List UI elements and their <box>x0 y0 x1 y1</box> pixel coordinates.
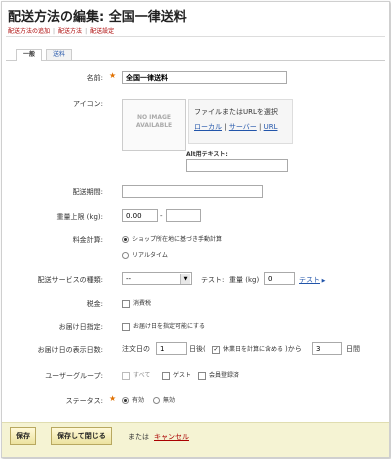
tax-label: 税金: <box>86 300 103 308</box>
no-image-thumbnail: NO IMAGE AVAILABLE <box>122 99 186 151</box>
delivery-date-label: お届け日指定: <box>58 323 103 331</box>
divider <box>6 36 385 37</box>
user-group-all[interactable]: すべて <box>122 370 150 380</box>
delivery-range-suffix: 日間 <box>346 345 360 353</box>
add-shipping-link[interactable]: 配送方法の追加 <box>8 28 50 35</box>
no-image-text: NO IMAGE AVAILABLE <box>135 114 173 129</box>
required-marker: ★ <box>109 71 117 80</box>
calc-manual-option[interactable]: ショップ所在地に基づき手動計算 <box>122 234 222 243</box>
delivery-range-prefix: 注文日の <box>122 345 150 353</box>
tax-checkbox-label: 消費税 <box>133 300 152 307</box>
checkbox[interactable] <box>122 322 130 331</box>
delivery-to-input[interactable]: 3 <box>312 342 342 355</box>
user-group-member[interactable]: 会員登録済 <box>198 370 239 380</box>
separator: | <box>224 123 227 131</box>
holiday-option[interactable]: ✓ 休業日を計算に含める <box>212 344 283 354</box>
delivery-range-after: 日後( <box>189 345 206 353</box>
test-label: テスト: <box>201 276 225 284</box>
status-enabled-label: 有効 <box>132 397 145 404</box>
cancel-link[interactable]: キャンセル <box>154 432 189 442</box>
calc-realtime-option[interactable]: リアルタイム <box>122 250 168 259</box>
user-group-member-label: 会員登録済 <box>209 372 240 379</box>
page-title: 配送方法の編集: 全国一律送料 <box>8 10 187 25</box>
edit-shipping-window: 配送方法の編集: 全国一律送料 配送方法の追加 | 配送方法 | 配送設定 一般 送料 … <box>1 1 390 458</box>
weight-limit-label: 重量上限 (kg): <box>56 213 103 221</box>
status-disabled[interactable]: 無効 <box>153 395 175 404</box>
save-close-button[interactable]: 保存して閉じる <box>51 427 112 445</box>
separator: | <box>259 123 262 131</box>
checkbox[interactable] <box>122 299 130 308</box>
separator: | <box>53 28 56 35</box>
chevron-down-icon[interactable]: ▼ <box>180 274 190 284</box>
test-link-wrap: テスト ▶ <box>299 275 325 285</box>
delivery-range-label: お届け日の表示日数: <box>37 346 103 354</box>
weight-dash: - <box>160 212 163 220</box>
calc-realtime-label: リアルタイム <box>132 252 168 259</box>
name-input[interactable]: 全国一律送料 <box>122 71 287 84</box>
user-group-guest-label: ゲスト <box>173 372 192 379</box>
calc-label: 料金計算: <box>72 236 103 244</box>
file-select-title: ファイルまたはURLを選択 <box>194 108 278 116</box>
required-marker: ★ <box>109 394 117 403</box>
radio-unselected[interactable] <box>122 252 129 259</box>
period-input[interactable] <box>122 185 263 198</box>
checkbox[interactable] <box>122 371 130 380</box>
server-link[interactable]: サーバー <box>229 123 257 131</box>
status-label: ステータス: <box>65 397 103 405</box>
separator: | <box>85 28 88 35</box>
delivery-from-input[interactable]: 1 <box>156 342 187 355</box>
file-select-box: ファイルまたはURLを選択 ローカル | サーバー | URL <box>188 99 293 144</box>
user-group-label: ユーザーグループ: <box>45 372 103 380</box>
alt-text-input[interactable] <box>186 159 288 172</box>
test-weight-label: 重量 (kg) <box>229 276 260 284</box>
holiday-checkbox-label: 休業日を計算に含める <box>223 346 284 353</box>
shipping-methods-link[interactable]: 配送方法 <box>58 28 82 35</box>
test-link[interactable]: テスト <box>299 276 320 284</box>
period-label: 配送期間: <box>72 188 103 196</box>
weight-from-input[interactable]: 0.00 <box>122 209 158 222</box>
arrow-icon: ▶ <box>320 278 326 284</box>
checkbox[interactable] <box>162 371 170 380</box>
shipping-settings-link[interactable]: 配送設定 <box>90 28 114 35</box>
tax-option[interactable]: 消費税 <box>122 298 151 308</box>
calc-manual-label: ショップ所在地に基づき手動計算 <box>132 236 223 243</box>
radio-selected[interactable] <box>122 397 129 404</box>
tab-general[interactable]: 一般 <box>16 49 43 61</box>
delivery-date-checkbox-label: お届け日を指定可能にする <box>133 323 206 330</box>
delivery-date-option[interactable]: お届け日を指定可能にする <box>122 321 205 331</box>
service-type-value: -- <box>126 275 132 283</box>
checkbox-checked[interactable]: ✓ <box>212 345 220 354</box>
test-weight-input[interactable]: 0 <box>264 272 295 285</box>
icon-label: アイコン: <box>72 100 103 108</box>
url-link[interactable]: URL <box>264 123 278 131</box>
weight-to-input[interactable] <box>166 209 201 222</box>
service-type-label: 配送サービスの種類: <box>37 276 103 284</box>
checkbox[interactable] <box>198 371 206 380</box>
user-group-guest[interactable]: ゲスト <box>162 370 191 380</box>
local-link[interactable]: ローカル <box>194 123 222 131</box>
service-type-select[interactable]: -- ▼ <box>122 272 192 285</box>
tab-shipping-fee[interactable]: 送料 <box>46 49 73 60</box>
radio-selected[interactable] <box>122 236 129 243</box>
breadcrumb: 配送方法の追加 | 配送方法 | 配送設定 <box>8 26 114 35</box>
user-group-all-label: すべて <box>133 372 151 379</box>
alt-text-label: Alt用テキスト: <box>186 151 228 158</box>
delivery-range-to-text: )から <box>285 345 302 353</box>
name-label: 名前: <box>86 74 103 82</box>
status-enabled[interactable]: 有効 <box>122 395 144 404</box>
radio-unselected[interactable] <box>153 397 160 404</box>
or-text: または <box>128 433 149 441</box>
status-disabled-label: 無効 <box>163 397 176 404</box>
save-button[interactable]: 保存 <box>10 427 36 445</box>
